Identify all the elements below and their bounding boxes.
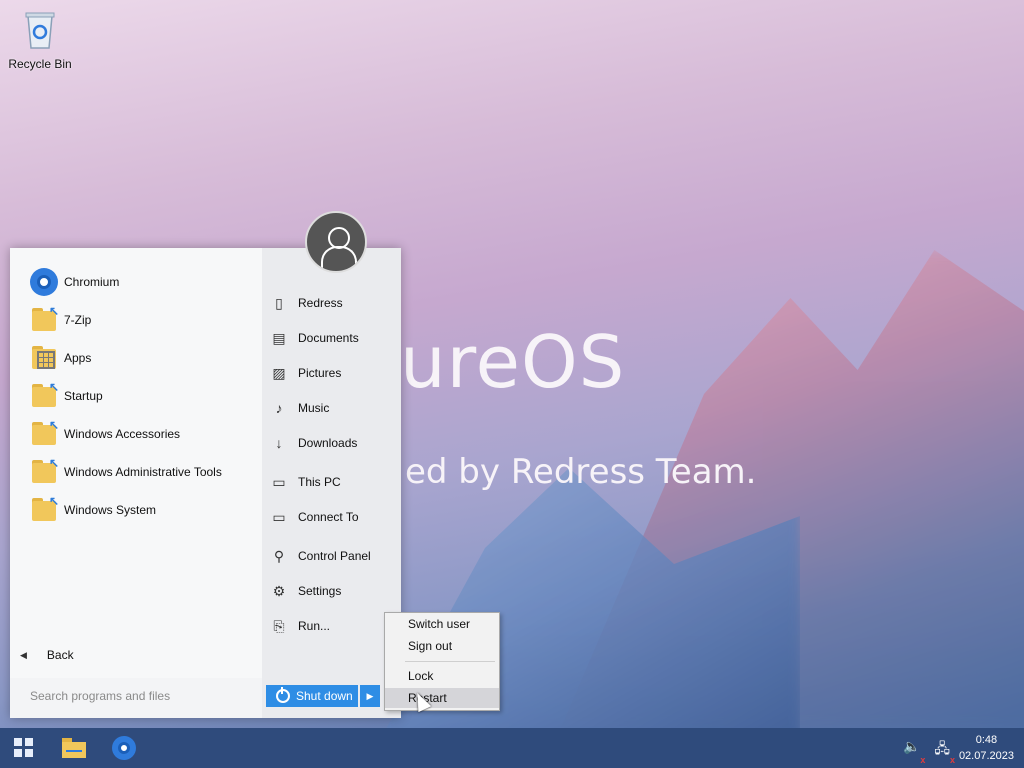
picture-icon: ▨	[272, 364, 286, 381]
document-icon: ▤	[272, 329, 286, 346]
start-icon[interactable]	[14, 738, 34, 758]
place-label: Downloads	[298, 436, 358, 450]
place-pictures[interactable]: ▨ Pictures	[270, 362, 341, 384]
place-label: Run...	[298, 619, 331, 633]
place-redress[interactable]: ▯ Redress	[270, 292, 343, 314]
start-app-windows-system[interactable]: ↖ Windows System	[28, 494, 156, 526]
start-app-label: Windows Accessories	[64, 427, 181, 441]
start-app-label: Apps	[64, 351, 92, 365]
place-settings[interactable]: ⚙ Settings	[270, 580, 342, 602]
power-menu-lock[interactable]: Lock	[385, 666, 499, 686]
start-app-startup[interactable]: ↖ Startup	[28, 380, 103, 412]
menu-separator	[405, 661, 495, 662]
place-label: Control Panel	[298, 549, 371, 563]
power-menu: Switch user Sign out Lock Restart	[384, 612, 500, 711]
start-app-windows-accessories[interactable]: ↖ Windows Accessories	[28, 418, 180, 450]
back-label: Back	[46, 648, 74, 662]
desktop-icon-recycle-bin[interactable]: Recycle Bin	[8, 10, 72, 71]
power-icon	[276, 687, 290, 703]
chevron-right-icon: ▶	[366, 690, 374, 701]
place-label: Documents	[298, 331, 359, 345]
shutdown-options-button[interactable]: ▶	[360, 685, 380, 707]
shutdown-label: Shut down	[296, 689, 353, 703]
start-app-label: Chromium	[64, 275, 120, 289]
folder-shortcut-icon: ↖	[32, 494, 59, 522]
place-label: This PC	[298, 475, 341, 489]
volume-muted-icon[interactable]: 🔈 x	[903, 738, 925, 765]
folder-shortcut-icon: ↖	[32, 456, 59, 484]
wrench-icon: ⚲	[273, 547, 285, 564]
run-icon: ⎘	[273, 617, 285, 634]
system-tray: 🔈 x 🖧 x	[903, 738, 955, 765]
start-app-chromium[interactable]: Chromium	[28, 266, 119, 298]
shutdown-button[interactable]: Shut down	[266, 685, 358, 707]
apps-grid-icon	[32, 346, 56, 370]
start-app-windows-admin-tools[interactable]: ↖ Windows Administrative Tools	[28, 456, 222, 488]
start-menu-places: ▯ Redress ▤ Documents ▨ Pictures ♪ Music ↓ Do…	[262, 248, 401, 718]
download-arrow-icon: ↓	[275, 435, 283, 451]
wallpaper-subtitle: ed by Redress Team.	[405, 452, 757, 492]
start-app-7zip[interactable]: ↖ 7-Zip	[28, 304, 91, 336]
clock[interactable]: 0:48 02.07.2023	[959, 732, 1014, 764]
place-this-pc[interactable]: ▭ This PC	[270, 471, 341, 493]
folder-shortcut-icon: ↖	[32, 380, 59, 408]
file-explorer-icon[interactable]	[62, 738, 86, 758]
back-arrow-icon: ◀	[20, 649, 27, 660]
chromium-icon	[30, 268, 58, 296]
place-label: Settings	[298, 584, 342, 598]
chromium-icon[interactable]	[112, 736, 136, 760]
place-documents[interactable]: ▤ Documents	[270, 327, 359, 349]
place-control-panel[interactable]: ⚲ Control Panel	[270, 545, 371, 567]
desktop-icon-label: Recycle Bin	[8, 57, 72, 71]
start-app-label: 7-Zip	[64, 313, 92, 327]
place-label: Redress	[298, 296, 343, 310]
start-menu-programs: Chromium ↖ 7-Zip Apps ↖ Startup ↖ Window…	[10, 248, 262, 678]
start-app-label: Windows System	[64, 503, 157, 517]
place-connect-to[interactable]: ▭ Connect To	[270, 506, 359, 528]
user-folder-icon: ▯	[275, 294, 283, 311]
place-label: Connect To	[298, 510, 359, 524]
place-run[interactable]: ⎘ Run...	[270, 615, 330, 637]
start-app-apps[interactable]: Apps	[28, 342, 91, 374]
start-menu: Chromium ↖ 7-Zip Apps ↖ Startup ↖ Window…	[10, 248, 401, 718]
start-app-label: Windows Administrative Tools	[64, 465, 222, 479]
clock-date: 02.07.2023	[958, 750, 1014, 762]
taskbar: 🔈 x 🖧 x 0:48 02.07.2023	[0, 728, 1024, 768]
folder-shortcut-icon: ↖	[32, 304, 59, 332]
place-label: Music	[298, 401, 330, 415]
clock-time: 0:48	[975, 734, 998, 746]
power-menu-restart[interactable]: Restart	[385, 688, 499, 708]
user-avatar[interactable]	[305, 211, 367, 273]
network-icon: ▭	[272, 508, 286, 525]
gear-icon: ⚙	[272, 582, 286, 599]
network-disconnected-icon[interactable]: 🖧 x	[934, 738, 955, 765]
place-downloads[interactable]: ↓ Downloads	[270, 432, 358, 454]
back-button[interactable]: ◀ Back	[20, 648, 74, 662]
place-label: Pictures	[298, 366, 342, 380]
start-app-label: Startup	[64, 389, 103, 403]
power-menu-sign-out[interactable]: Sign out	[385, 636, 499, 656]
folder-shortcut-icon: ↖	[32, 418, 59, 446]
place-music[interactable]: ♪ Music	[270, 397, 330, 419]
music-note-icon: ♪	[275, 400, 283, 416]
wallpaper-title: ureOS	[400, 320, 626, 404]
monitor-icon: ▭	[272, 473, 286, 490]
search-input[interactable]: Search programs and files	[30, 689, 170, 703]
power-menu-switch-user[interactable]: Switch user	[385, 614, 499, 634]
recycle-bin-icon	[25, 12, 55, 49]
